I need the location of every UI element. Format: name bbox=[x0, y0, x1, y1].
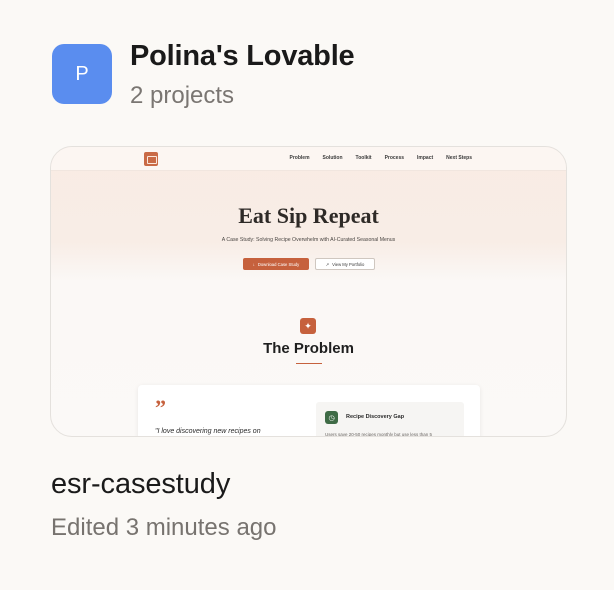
thumbnail-hero-subtitle: A Case Study: Solving Recipe Overwhelm w… bbox=[221, 237, 396, 243]
thumbnail-navbar: Problem Solution Toolkit Process Impact … bbox=[51, 147, 566, 171]
nav-link-impact: Impact bbox=[417, 155, 434, 161]
thumbnail-hero-title: Eat Sip Repeat bbox=[238, 203, 379, 228]
gap-card-title: Recipe Discovery Gap bbox=[346, 414, 405, 420]
nav-link-problem: Problem bbox=[289, 155, 310, 161]
section-divider bbox=[296, 363, 322, 364]
nav-link-next-steps: Next Steps bbox=[446, 155, 472, 161]
project-name[interactable]: esr-casestudy bbox=[51, 468, 230, 501]
external-link-icon: ↗ bbox=[325, 261, 330, 267]
clock-icon: ◷ bbox=[325, 411, 338, 424]
project-edited-time: Edited 3 minutes ago bbox=[51, 514, 277, 541]
download-icon: ↓ bbox=[252, 261, 255, 267]
thumbnail-nav-links: Problem Solution Toolkit Process Impact … bbox=[290, 155, 472, 161]
quote-icon: ” bbox=[155, 395, 166, 420]
project-thumbnail[interactable]: Problem Solution Toolkit Process Impact … bbox=[50, 146, 567, 437]
download-button-label: Download Case Study bbox=[257, 261, 300, 267]
portfolio-button-label: View My Portfolio bbox=[332, 261, 365, 267]
nav-link-toolkit: Toolkit bbox=[355, 155, 372, 161]
thumbnail-gap-card: ◷ Recipe Discovery Gap Users save 20-50 … bbox=[316, 402, 464, 437]
nav-link-process: Process bbox=[384, 155, 405, 161]
thumbnail-section-title: The Problem bbox=[263, 340, 354, 357]
project-count: 2 projects bbox=[130, 82, 235, 109]
nav-link-solution: Solution bbox=[322, 155, 343, 161]
gap-card-text: Users save 20-50 recipes monthly but use… bbox=[325, 432, 433, 437]
logo-icon bbox=[144, 152, 158, 166]
thumbnail-portfolio-button: ↗ View My Portfolio bbox=[315, 258, 375, 270]
workspace-avatar[interactable]: P bbox=[52, 44, 112, 104]
thumbnail-quote: "I love discovering new recipes on bbox=[155, 428, 261, 435]
thumbnail-download-button: ↓ Download Case Study bbox=[243, 258, 309, 270]
sparkle-icon: ✦ bbox=[300, 318, 316, 334]
workspace-name: Polina's Lovable bbox=[130, 40, 355, 72]
thumbnail-problem-panel: ” "I love discovering new recipes on ◷ R… bbox=[138, 385, 480, 437]
